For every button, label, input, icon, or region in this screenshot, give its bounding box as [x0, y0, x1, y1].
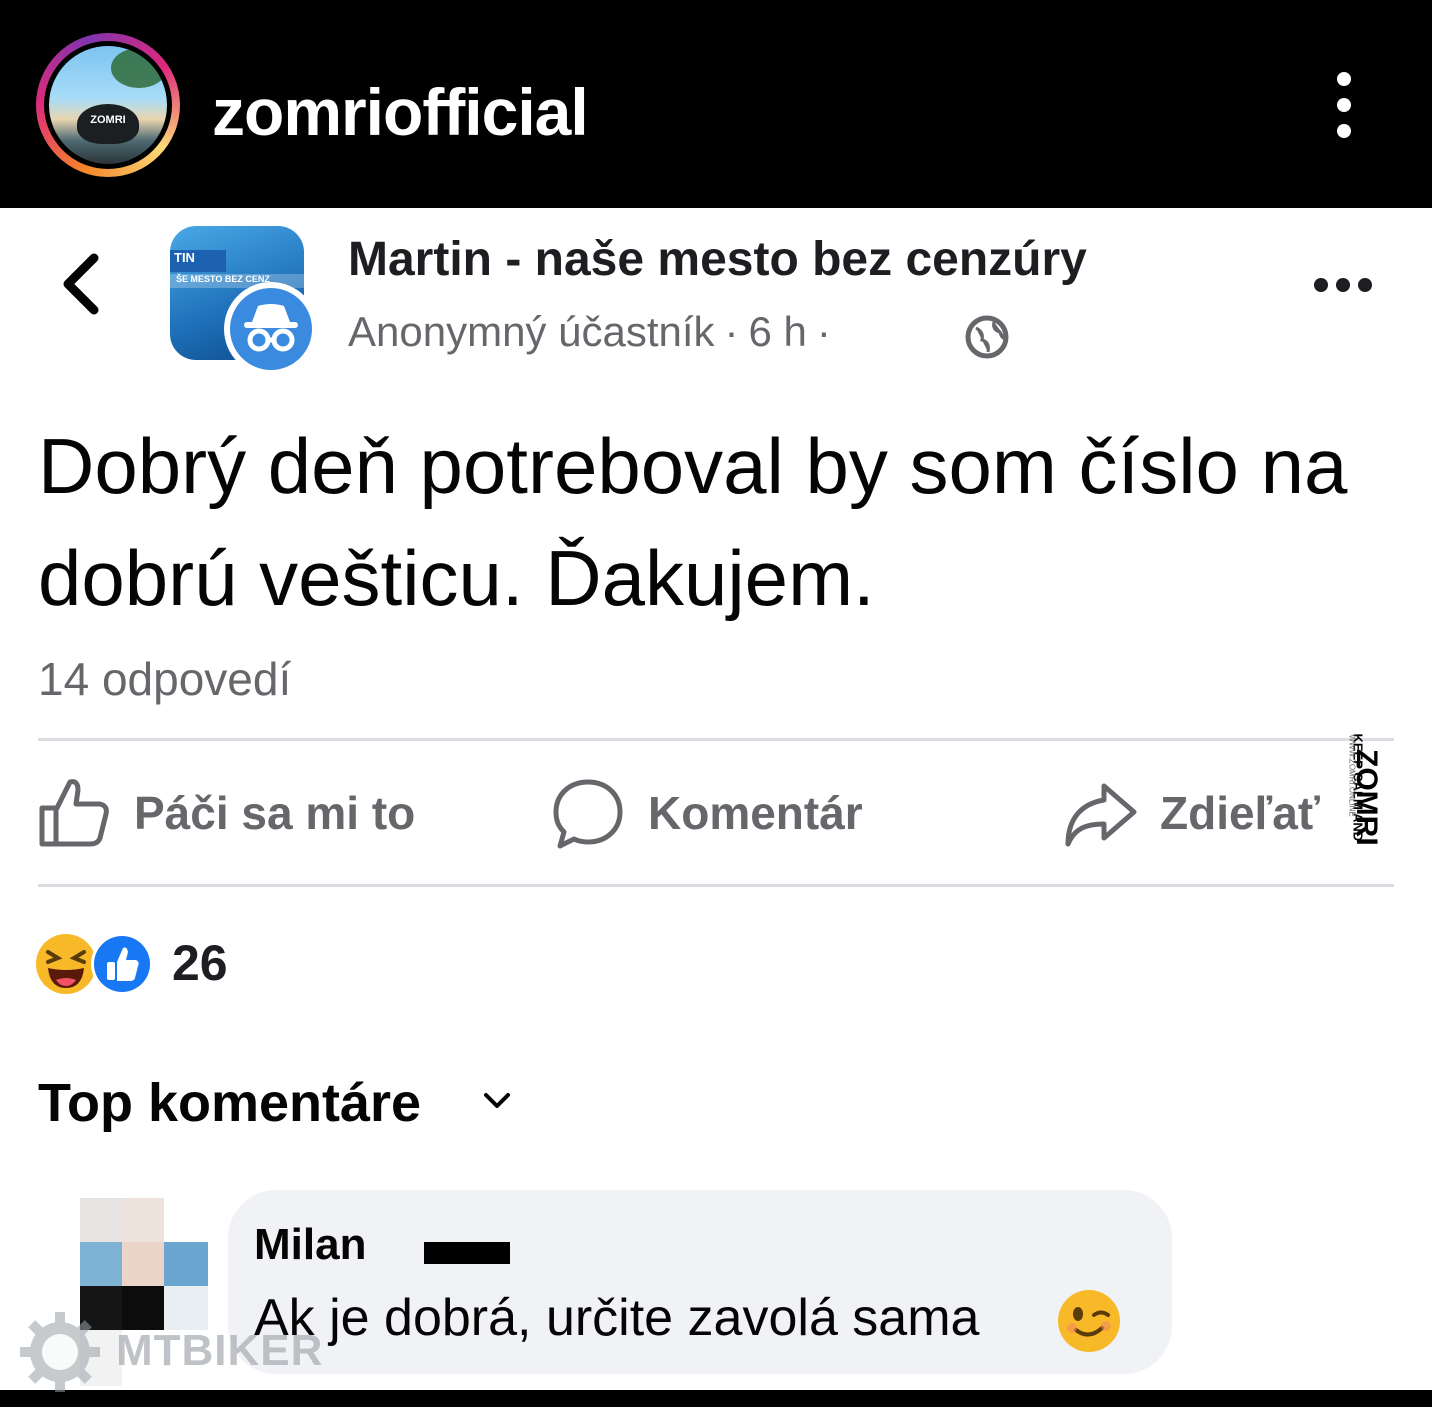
post-time[interactable]: 6 h — [749, 308, 807, 355]
post-meta: Anonymný účastník · 6 h · — [348, 308, 831, 355]
username[interactable]: zomriofficial — [212, 74, 589, 150]
divider — [38, 884, 1394, 887]
comment-label: Komentár — [648, 787, 863, 839]
chevron-down-icon[interactable] — [480, 1086, 514, 1116]
divider — [38, 738, 1394, 741]
haha-emoji-icon — [36, 934, 96, 994]
more-options-icon[interactable] — [1328, 70, 1360, 140]
share-button[interactable]: Zdieľať — [1064, 772, 1334, 852]
avatar-logo-text: ZOMRI — [90, 114, 126, 126]
group-name[interactable]: Martin - naše mesto bez cenzúry — [348, 232, 1087, 287]
author-name[interactable]: Anonymný účastník — [348, 308, 715, 355]
instagram-header: ZOMRI zomriofficial — [0, 0, 1432, 208]
post-text: Dobrý deň potreboval by som číslo na dob… — [38, 422, 1348, 622]
globe-icon — [965, 315, 1009, 359]
comment-text: Ak je dobrá, určite zavolá sama — [254, 1289, 980, 1347]
back-arrow-icon[interactable] — [60, 252, 104, 316]
post-more-icon[interactable] — [1312, 276, 1376, 296]
redacted-surname — [424, 1242, 510, 1264]
profile-avatar: ZOMRI — [49, 46, 167, 164]
comment-button[interactable]: Komentár — [550, 772, 890, 852]
reaction-count[interactable]: 26 — [172, 934, 228, 992]
commenter-name[interactable]: Milan — [254, 1220, 366, 1270]
thumbs-up-icon — [39, 779, 109, 847]
comment-sort-dropdown[interactable]: Top komentáre — [38, 1072, 421, 1134]
anonymous-badge-icon — [224, 282, 318, 376]
like-reaction-icon — [91, 933, 153, 995]
zomri-watermark: KEEP CALM AND ZOMRI WWW.ZOMRI.ONLINE — [1347, 733, 1384, 846]
like-label: Páči sa mi to — [134, 787, 416, 839]
like-button[interactable]: Páči sa mi to — [38, 772, 458, 852]
share-label: Zdieľať — [1160, 787, 1320, 839]
bottom-bar — [0, 1390, 1432, 1407]
mtbiker-watermark: MTBIKER — [116, 1326, 324, 1375]
replies-count[interactable]: 14 odpovedí — [38, 652, 291, 706]
share-arrow-icon — [1065, 783, 1137, 847]
story-avatar-ring[interactable]: ZOMRI — [36, 33, 180, 177]
wink-emoji-icon — [1058, 1290, 1120, 1352]
comment-icon — [553, 779, 623, 849]
gear-logo-icon — [20, 1312, 100, 1392]
